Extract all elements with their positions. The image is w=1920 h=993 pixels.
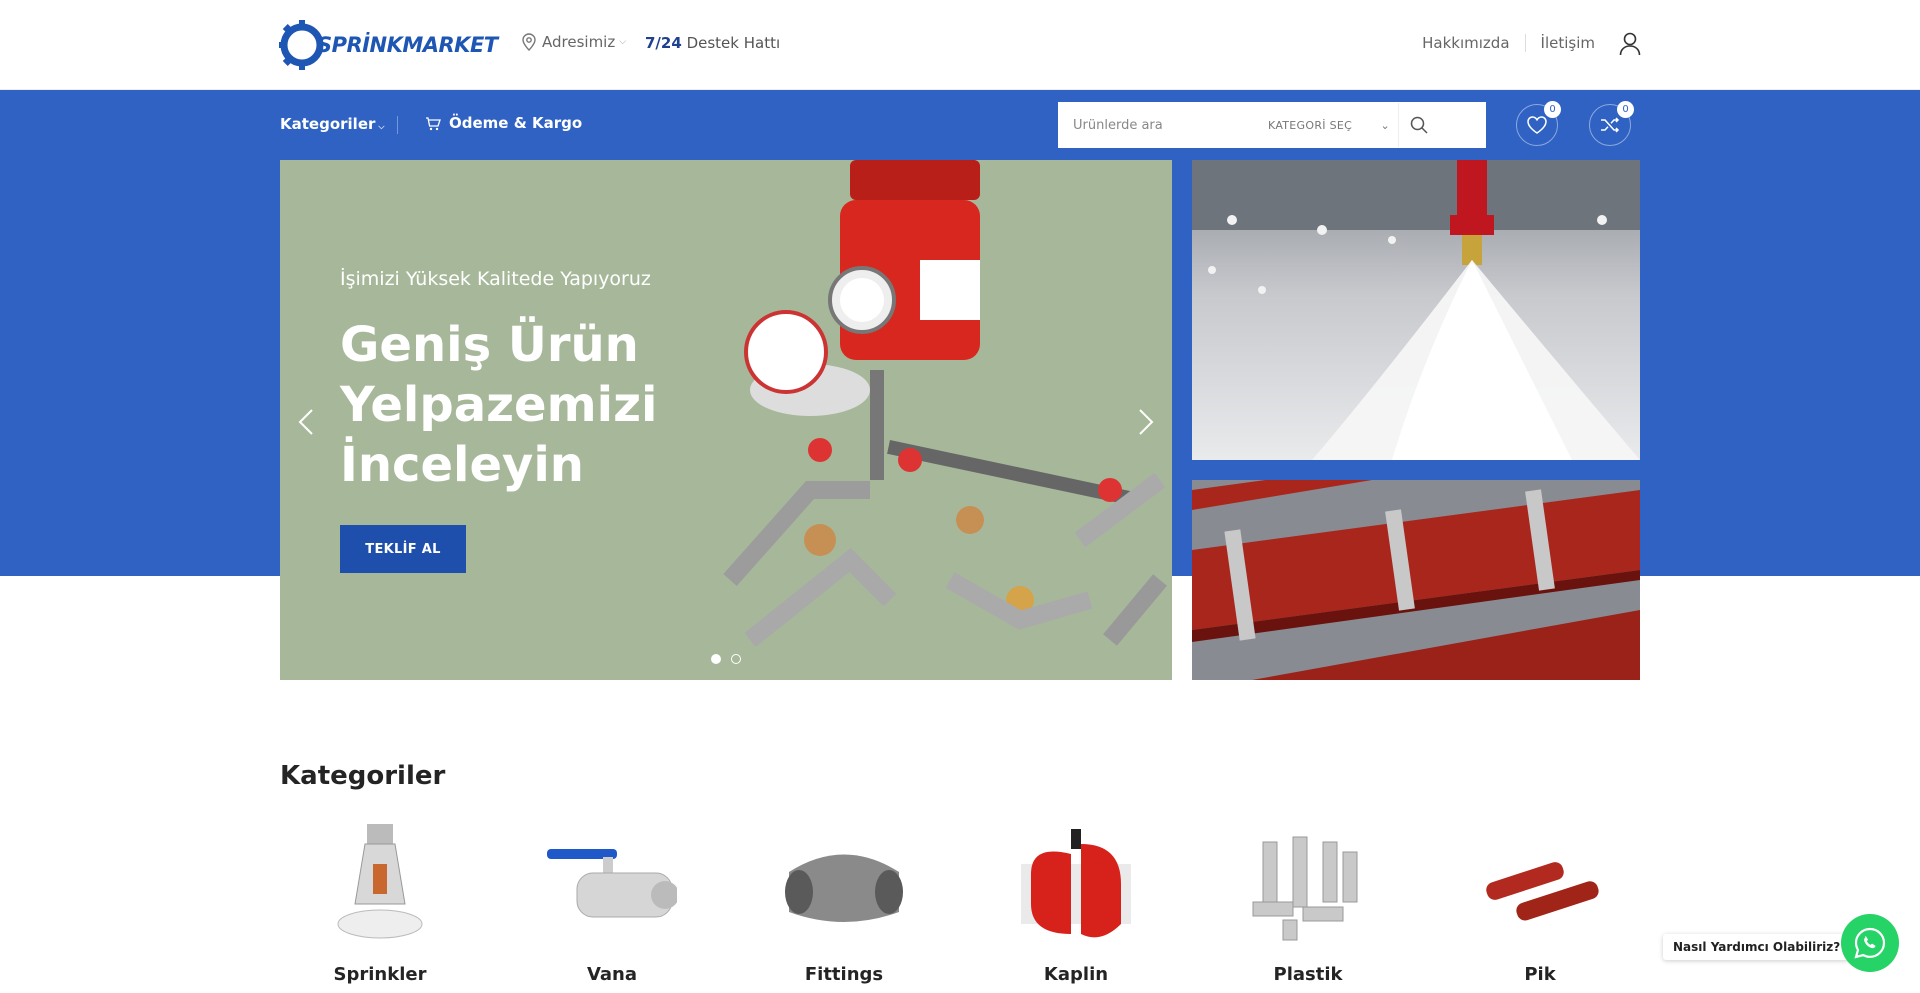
hero-slider: İşimizi Yüksek Kalitede Yapıyoruz Geniş … bbox=[280, 160, 1172, 680]
categories-menu-label: Kategoriler bbox=[280, 115, 376, 133]
chevron-down-icon: ⌵ bbox=[619, 37, 627, 47]
category-list: Sprinkler Vana Fittings Kaplin Plastik P… bbox=[280, 822, 1640, 985]
slider-dot-1[interactable] bbox=[711, 654, 721, 664]
whatsapp-button[interactable] bbox=[1841, 914, 1899, 972]
hero-title: Geniş Ürün Yelpazemizi İnceleyin bbox=[340, 317, 658, 493]
category-plastik[interactable]: Plastik bbox=[1208, 822, 1408, 985]
category-fittings[interactable]: Fittings bbox=[744, 822, 944, 985]
compare-button[interactable]: 0 bbox=[1589, 101, 1634, 146]
coupling-image bbox=[1006, 822, 1146, 952]
category-label: Kaplin bbox=[1043, 964, 1109, 985]
category-vana[interactable]: Vana bbox=[512, 822, 712, 985]
elbow-fitting-image bbox=[774, 822, 914, 952]
slider-prev-button[interactable] bbox=[298, 404, 314, 445]
support-hours: 7/24 bbox=[645, 34, 682, 52]
whatsapp-icon bbox=[1854, 927, 1886, 959]
cart-icon bbox=[426, 116, 441, 130]
plastic-pipes-image bbox=[1238, 822, 1378, 952]
account-button[interactable] bbox=[1619, 32, 1641, 60]
payment-shipping-link[interactable]: Ödeme & Kargo bbox=[425, 114, 582, 132]
valve-image bbox=[542, 822, 682, 952]
fire-valve-products-image bbox=[723, 160, 1167, 648]
cast-iron-pipes-image bbox=[1470, 822, 1610, 952]
payment-shipping-label: Ödeme & Kargo bbox=[449, 114, 583, 132]
chevron-left-icon bbox=[298, 409, 313, 435]
search-icon bbox=[1410, 116, 1428, 134]
divider bbox=[1524, 34, 1526, 52]
get-quote-button[interactable]: TEKLİF AL bbox=[340, 525, 466, 573]
wishlist-count: 0 bbox=[1544, 101, 1561, 118]
categories-heading: Kategoriler bbox=[280, 761, 446, 791]
location-label: Adresimiz bbox=[542, 33, 616, 51]
sprinkler-spray-banner[interactable] bbox=[1192, 160, 1640, 460]
user-icon bbox=[1619, 32, 1641, 56]
shuffle-icon bbox=[1601, 117, 1620, 133]
category-label: Plastik bbox=[1273, 964, 1343, 985]
top-nav: Hakkımızda İletişim bbox=[1422, 34, 1595, 52]
category-pik[interactable]: Pik bbox=[1440, 822, 1640, 985]
category-select[interactable]: KATEGORİ SEÇ ⌄ bbox=[1268, 119, 1398, 132]
brand-name: SPRİNKMARKET bbox=[317, 33, 498, 57]
red-pipes-image bbox=[1192, 480, 1640, 680]
search-bar: KATEGORİ SEÇ ⌄ bbox=[1058, 102, 1486, 148]
categories-menu[interactable]: Kategoriler ⌵ bbox=[280, 115, 384, 133]
map-pin-icon bbox=[522, 33, 536, 51]
category-label: Sprinkler bbox=[333, 964, 427, 985]
top-header: SPRİNKMARKET Adresimiz ⌵ 7/24 Destek Hat… bbox=[0, 0, 1920, 90]
chevron-down-icon: ⌄ bbox=[1380, 118, 1390, 132]
site-logo[interactable]: SPRİNKMARKET bbox=[279, 18, 498, 72]
category-label: Vana bbox=[586, 964, 638, 985]
category-kaplin[interactable]: Kaplin bbox=[976, 822, 1176, 985]
hero-subtitle: İşimizi Yüksek Kalitede Yapıyoruz bbox=[340, 268, 651, 290]
category-label: Pik bbox=[1524, 964, 1556, 985]
search-input[interactable] bbox=[1058, 103, 1268, 147]
contact-link[interactable]: İletişim bbox=[1541, 34, 1595, 52]
red-pipes-banner[interactable] bbox=[1192, 480, 1640, 680]
sprinkler-spray-image bbox=[1192, 160, 1640, 460]
category-label: Fittings bbox=[804, 964, 884, 985]
support-text: Destek Hattı bbox=[686, 34, 781, 52]
category-select-label: KATEGORİ SEÇ bbox=[1268, 118, 1353, 132]
slider-dot-2[interactable] bbox=[731, 654, 741, 664]
main-navbar: Kategoriler⌵ Ödeme & Kargo KATEGORİ SEÇ … bbox=[0, 90, 1920, 160]
support-line: 7/24 Destek Hattı bbox=[645, 34, 780, 52]
search-button[interactable] bbox=[1398, 103, 1438, 147]
wishlist-button[interactable]: 0 bbox=[1516, 101, 1561, 146]
chevron-down-icon: ⌵ bbox=[378, 122, 385, 131]
whatsapp-help-bubble[interactable]: Nasıl Yardımcı Olabiliriz? bbox=[1663, 934, 1851, 960]
divider bbox=[397, 116, 398, 134]
compare-count: 0 bbox=[1617, 101, 1634, 118]
heart-icon bbox=[1527, 116, 1547, 134]
about-link[interactable]: Hakkımızda bbox=[1422, 34, 1509, 52]
location-dropdown[interactable]: Adresimiz ⌵ bbox=[522, 33, 626, 51]
slider-dots bbox=[711, 654, 741, 664]
chevron-right-icon bbox=[1139, 409, 1154, 435]
category-sprinkler[interactable]: Sprinkler bbox=[280, 822, 480, 985]
sprinkler-image bbox=[310, 822, 450, 952]
slider-next-button[interactable] bbox=[1138, 404, 1154, 445]
